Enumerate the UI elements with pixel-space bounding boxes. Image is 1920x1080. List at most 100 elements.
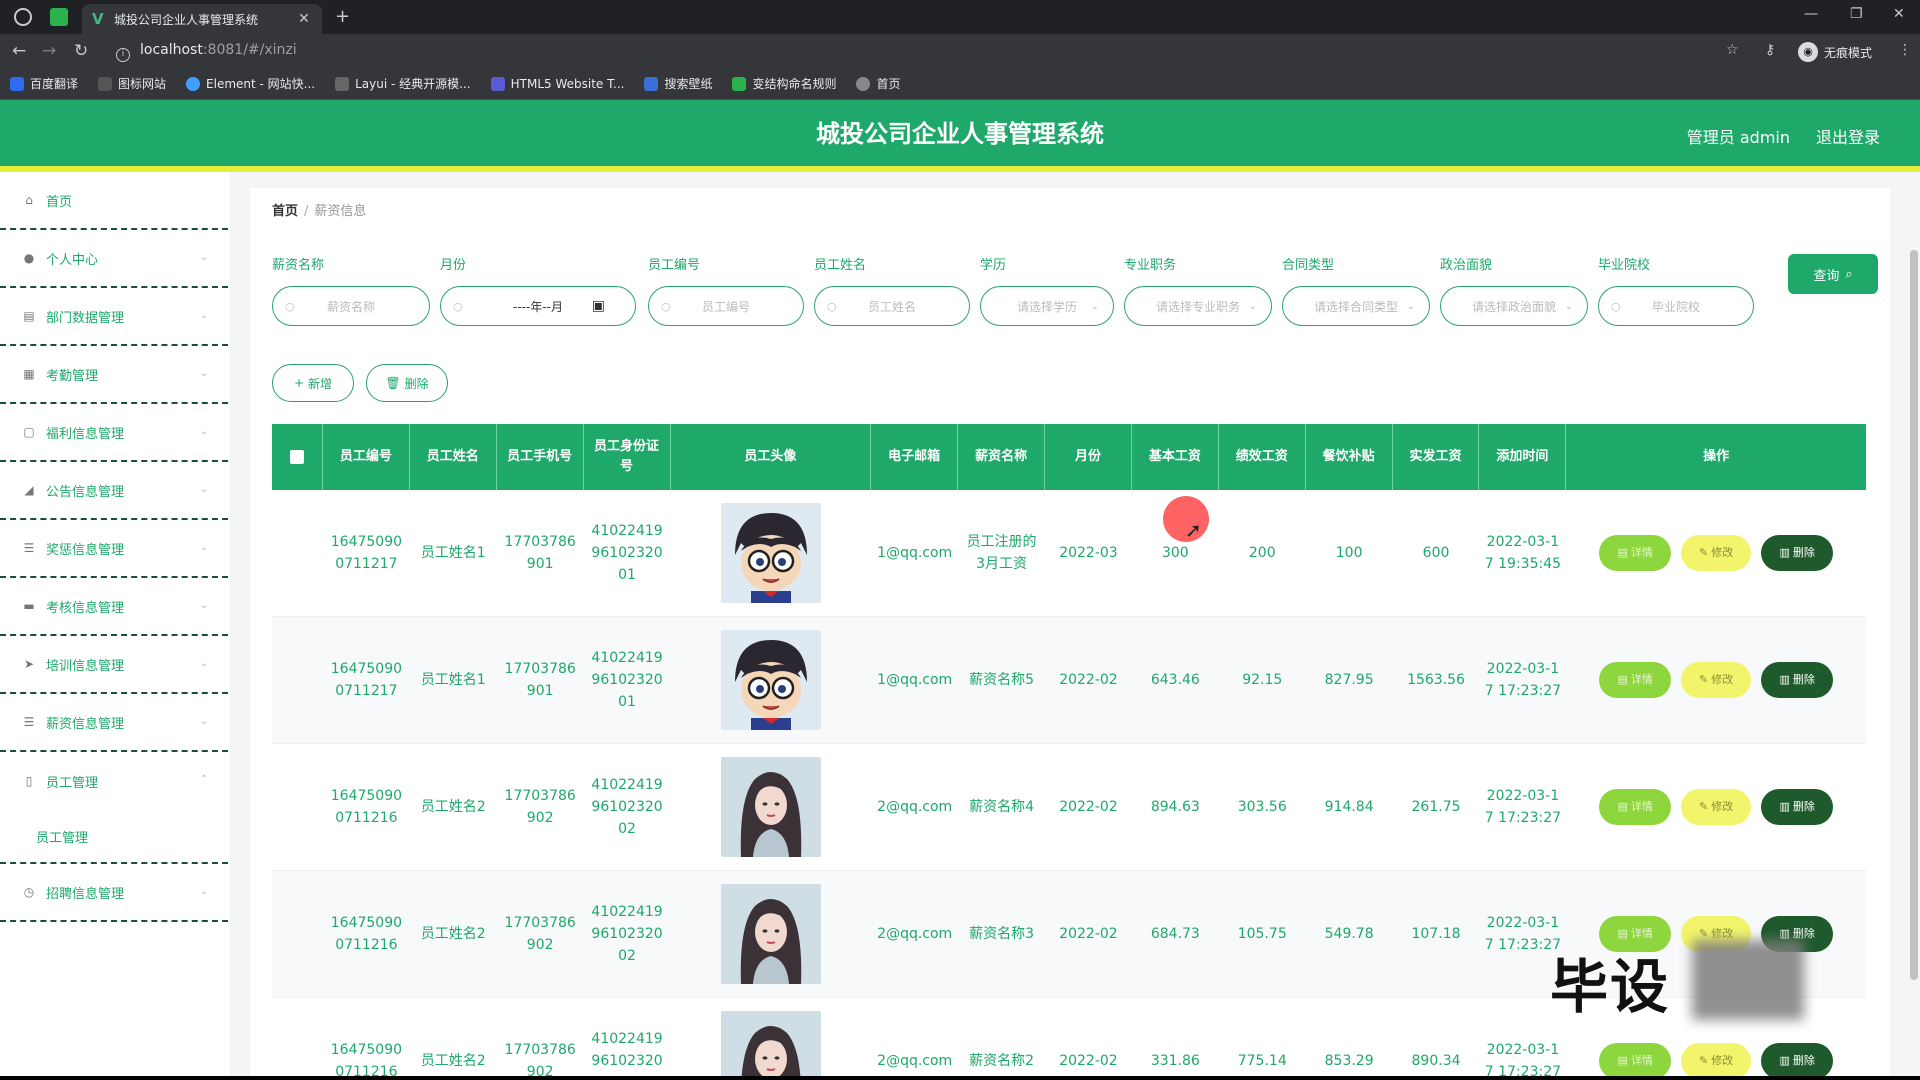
row-actions-cell: ▤ 详情 ✎ 修改 ▥ 删除 <box>1566 617 1866 743</box>
calendar-icon[interactable]: ▣ <box>592 298 605 314</box>
employee-avatar <box>720 884 821 984</box>
watermark-blur <box>1692 940 1804 1020</box>
column-header[interactable]: 实发工资 <box>1393 424 1480 490</box>
employee-name-input[interactable]: ○ 员工姓名 <box>814 286 970 326</box>
search-button[interactable]: 查询 ⌕ <box>1788 254 1878 294</box>
column-header[interactable]: 员工身份证号 <box>584 424 671 490</box>
back-icon[interactable]: ← <box>12 41 26 61</box>
select-all-checkbox[interactable] <box>289 450 304 464</box>
sidebar-item-department[interactable]: ▤ 部门数据管理 ⌄ <box>0 288 228 346</box>
sidebar-item-employee[interactable]: ▯ 员工管理 ⌃ <box>0 752 228 810</box>
bookmark-item[interactable]: 首页 <box>856 75 901 92</box>
delete-button[interactable]: ▥ 删除 <box>1761 789 1834 825</box>
row-select-cell[interactable] <box>272 871 323 997</box>
restore-icon[interactable]: ❐ <box>1850 6 1863 22</box>
close-window-icon[interactable]: ✕ <box>1893 6 1905 22</box>
column-header[interactable]: 基本工资 <box>1132 424 1219 490</box>
column-header[interactable]: 添加时间 <box>1479 424 1567 490</box>
new-tab-icon[interactable]: + <box>335 6 350 27</box>
table-row[interactable]: 164750900711217 员工姓名1 17703786901 410224199… <box>272 490 1866 617</box>
url-field[interactable]: i localhost:8081/#/xinzi <box>116 42 297 62</box>
watermark-text: 毕设 <box>1550 953 1671 1021</box>
bookmark-item[interactable]: Element - 网站快... <box>186 75 315 92</box>
column-header[interactable]: 电子邮箱 <box>871 424 959 490</box>
row-select-cell[interactable] <box>272 617 323 743</box>
bookmark-item[interactable]: Layui - 经典开源模... <box>335 75 471 92</box>
bookmark-item[interactable]: 百度翻译 <box>10 75 78 92</box>
reload-icon[interactable]: ↻ <box>74 41 88 61</box>
delete-button[interactable]: ▥ 删除 <box>1761 1043 1834 1076</box>
sidebar-item-profile[interactable]: ● 个人中心 ⌄ <box>0 230 228 288</box>
political-select[interactable]: 请选择政治面貌 ⌄ <box>1440 286 1588 326</box>
column-header[interactable]: 月份 <box>1045 424 1132 490</box>
trash-icon: ▥ <box>1779 673 1790 686</box>
sidebar-item-salary[interactable]: ☰ 薪资信息管理 ⌄ <box>0 694 228 752</box>
bookmark-item[interactable]: HTML5 Website T... <box>490 76 624 91</box>
employee-avatar <box>720 630 821 730</box>
info-icon[interactable]: i <box>116 48 130 62</box>
month-picker[interactable]: ○ ----年--月 ▣ <box>440 286 636 326</box>
minimize-icon[interactable]: — <box>1804 6 1818 22</box>
salary-name-input[interactable]: ○ 薪资名称 <box>272 286 430 326</box>
edit-button[interactable]: ✎ 修改 <box>1681 1043 1752 1076</box>
incognito-profile[interactable]: ◉ 无痕模式 <box>1798 42 1872 62</box>
row-select-cell[interactable] <box>272 998 323 1076</box>
column-header[interactable]: 绩效工资 <box>1219 424 1306 490</box>
edit-button[interactable]: ✎ 修改 <box>1681 789 1752 825</box>
pencil-icon: ✎ <box>1699 673 1709 686</box>
delete-button[interactable]: ▥ 删除 <box>1761 662 1834 698</box>
sidebar-item-home[interactable]: ⌂ 首页 <box>0 172 228 230</box>
page-scrollbar[interactable] <box>1910 250 1918 980</box>
table-row[interactable]: 164750900711216 员工姓名2 17703786902 410224199… <box>272 744 1866 871</box>
bookmark-item[interactable]: 图标网站 <box>98 75 166 92</box>
browser-menu-icon[interactable] <box>14 8 32 26</box>
column-header[interactable]: 员工姓名 <box>410 424 497 490</box>
view-detail-button[interactable]: ▤ 详情 <box>1599 535 1672 571</box>
column-header[interactable]: 员工手机号 <box>497 424 584 490</box>
delete-label: 删除 <box>1792 1054 1815 1067</box>
menu-icon: ☰ <box>23 715 35 729</box>
school-input[interactable]: ○ 毕业院校 <box>1598 286 1754 326</box>
more-options-icon[interactable]: ⋮ <box>1898 42 1912 58</box>
key-icon[interactable]: ⚷ <box>1765 42 1775 58</box>
sidebar-item-notice[interactable]: ◢ 公告信息管理 ⌄ <box>0 462 228 520</box>
education-select[interactable]: 请选择学历 ⌄ <box>980 286 1114 326</box>
column-header[interactable]: 员工编号 <box>323 424 410 490</box>
batch-delete-button[interactable]: 🗑 删除 <box>366 364 448 402</box>
bookmark-item[interactable]: 变结构命名规则 <box>732 75 836 92</box>
add-button[interactable]: + 新增 <box>272 364 354 402</box>
employee-id-input[interactable]: ○ 员工编号 <box>648 286 804 326</box>
view-detail-button[interactable]: ▤ 详情 <box>1599 789 1672 825</box>
browser-tab-active[interactable]: V 城投公司企业人事管理系统 ✕ <box>82 4 322 34</box>
sidebar-item-assessment[interactable]: ▬ 考核信息管理 ⌄ <box>0 578 228 636</box>
column-header[interactable]: 员工头像 <box>671 424 872 490</box>
position-select[interactable]: 请选择专业职务 ⌄ <box>1124 286 1272 326</box>
row-select-cell[interactable] <box>272 744 323 870</box>
row-select-cell[interactable] <box>272 490 323 616</box>
header-select-all[interactable] <box>272 424 323 490</box>
edit-button[interactable]: ✎ 修改 <box>1681 535 1752 571</box>
column-header[interactable]: 薪资名称 <box>958 424 1046 490</box>
logout-link[interactable]: 退出登录 <box>1816 124 1880 148</box>
bookmark-star-icon[interactable]: ☆ <box>1726 42 1739 58</box>
tab-search-icon[interactable] <box>50 8 68 26</box>
sidebar-item-training[interactable]: ➤ 培训信息管理 ⌄ <box>0 636 228 694</box>
contract-select[interactable]: 请选择合同类型 ⌄ <box>1282 286 1430 326</box>
sidebar-item-recruit[interactable]: ◷ 招聘信息管理 ⌄ <box>0 864 228 922</box>
sidebar-item-welfare[interactable]: ▢ 福利信息管理 ⌄ <box>0 404 228 462</box>
sidebar-item-attendance[interactable]: ▦ 考勤管理 ⌄ <box>0 346 228 404</box>
column-header[interactable]: 餐饮补贴 <box>1306 424 1393 490</box>
delete-button[interactable]: ▥ 删除 <box>1761 535 1834 571</box>
forward-icon[interactable]: → <box>42 41 56 61</box>
idcard-cell: 410224199610232002 <box>591 777 663 837</box>
view-detail-button[interactable]: ▤ 详情 <box>1599 662 1672 698</box>
close-tab-icon[interactable]: ✕ <box>296 11 312 27</box>
bookmark-item[interactable]: 搜索壁纸 <box>644 75 712 92</box>
sidebar-item-reward[interactable]: ☰ 奖惩信息管理 ⌄ <box>0 520 228 578</box>
cartoon-boy-avatar <box>720 503 821 603</box>
sidebar-subitem-employee[interactable]: 员工管理 <box>0 810 228 864</box>
table-row[interactable]: 164750900711217 员工姓名1 17703786901 410224199… <box>272 617 1866 744</box>
view-detail-button[interactable]: ▤ 详情 <box>1599 1043 1672 1076</box>
edit-button[interactable]: ✎ 修改 <box>1681 662 1752 698</box>
breadcrumb-home[interactable]: 首页 <box>272 204 298 219</box>
